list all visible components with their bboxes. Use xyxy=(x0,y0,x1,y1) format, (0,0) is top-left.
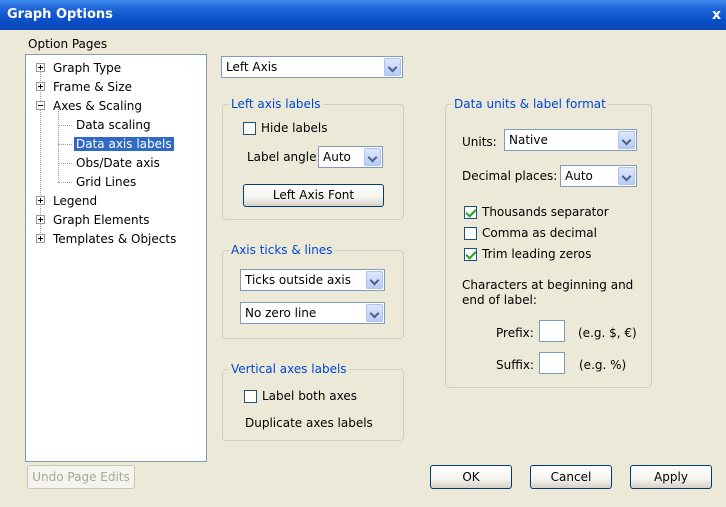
label-angle-label: Label angle: xyxy=(247,150,321,164)
tree-item-graph-type[interactable]: Graph Type xyxy=(36,59,123,77)
left-axis-font-button[interactable]: Left Axis Font xyxy=(243,184,384,207)
tree-connector xyxy=(58,144,72,145)
tree-connector xyxy=(58,125,72,126)
tree-item-obs-date-axis[interactable]: Obs/Date axis xyxy=(74,154,162,172)
tree-item-data-axis-labels[interactable]: Data axis labels xyxy=(74,135,174,153)
undo-page-edits-button[interactable]: Undo Page Edits xyxy=(27,465,135,489)
characters-text: Characters at beginning and xyxy=(462,278,634,292)
duplicate-axes-text: Duplicate axes labels xyxy=(245,416,373,430)
units-select[interactable]: Native xyxy=(504,129,637,151)
cancel-button[interactable]: Cancel xyxy=(530,465,612,489)
prefix-hint: (e.g. $, €) xyxy=(578,326,637,340)
expand-plus-icon[interactable] xyxy=(36,215,45,224)
label-both-axes-checkbox[interactable] xyxy=(244,390,257,403)
prefix-label: Prefix: xyxy=(496,326,534,340)
decimal-places-select[interactable]: Auto xyxy=(560,165,637,187)
dropdown-arrow-icon[interactable] xyxy=(366,271,383,289)
dropdown-arrow-icon[interactable] xyxy=(618,167,635,185)
vertical-axes-group: Vertical axes labels Label both axes Dup… xyxy=(222,362,404,441)
tree-connector xyxy=(58,182,72,183)
decimal-places-label: Decimal places: xyxy=(462,169,558,183)
suffix-input[interactable] xyxy=(539,352,565,374)
thousands-separator-checkbox[interactable] xyxy=(464,206,477,219)
label-angle-select[interactable]: Auto xyxy=(318,146,383,168)
dropdown-arrow-icon[interactable] xyxy=(618,131,635,149)
option-pages-tree: Graph Type Frame & Size Axes & Scaling D… xyxy=(25,54,207,462)
trim-zeros-checkbox[interactable] xyxy=(464,248,477,261)
comma-decimal-label: Comma as decimal xyxy=(482,226,597,240)
expand-plus-icon[interactable] xyxy=(36,234,45,243)
tree-item-legend[interactable]: Legend xyxy=(36,192,99,210)
tree-item-templates-objects[interactable]: Templates & Objects xyxy=(36,230,178,248)
left-axis-labels-legend: Left axis labels xyxy=(229,97,323,111)
dropdown-arrow-icon[interactable] xyxy=(366,304,383,322)
suffix-hint: (e.g. %) xyxy=(579,358,627,372)
ticks-select[interactable]: Ticks outside axis xyxy=(240,269,385,291)
tree-item-axes-scaling[interactable]: Axes & Scaling xyxy=(36,97,144,115)
prefix-input[interactable] xyxy=(539,320,565,342)
tree-connector xyxy=(58,163,72,164)
data-units-group: Data units & label format Units: Native … xyxy=(445,97,652,388)
tree-item-graph-elements[interactable]: Graph Elements xyxy=(36,211,152,229)
title-bar: Graph Options x xyxy=(0,0,726,30)
left-axis-labels-group: Left axis labels Hide labels Label angle… xyxy=(222,97,404,220)
thousands-separator-label: Thousands separator xyxy=(482,205,609,219)
suffix-label: Suffix: xyxy=(496,358,534,372)
tree-item-grid-lines[interactable]: Grid Lines xyxy=(74,173,138,191)
tree-item-frame-size[interactable]: Frame & Size xyxy=(36,78,134,96)
ok-button[interactable]: OK xyxy=(430,465,512,489)
axis-ticks-legend: Axis ticks & lines xyxy=(229,243,335,257)
vertical-axes-legend: Vertical axes labels xyxy=(229,362,349,376)
hide-labels-checkbox[interactable] xyxy=(243,122,256,135)
zero-line-select[interactable]: No zero line xyxy=(240,302,385,324)
window-title: Graph Options xyxy=(7,7,113,22)
trim-zeros-label: Trim leading zeros xyxy=(482,247,592,261)
characters-text-2: end of label: xyxy=(462,293,537,307)
collapse-minus-icon[interactable] xyxy=(36,101,45,110)
data-units-legend: Data units & label format xyxy=(452,97,608,111)
expand-plus-icon[interactable] xyxy=(36,82,45,91)
units-label: Units: xyxy=(462,135,497,149)
expand-plus-icon[interactable] xyxy=(36,63,45,72)
axis-select[interactable]: Left Axis xyxy=(221,56,403,78)
option-pages-label: Option Pages xyxy=(28,37,108,51)
hide-labels-label: Hide labels xyxy=(261,121,328,135)
close-icon[interactable]: x xyxy=(712,4,726,26)
dropdown-arrow-icon[interactable] xyxy=(364,148,381,166)
label-both-axes-label: Label both axes xyxy=(262,389,357,403)
axis-ticks-group: Axis ticks & lines Ticks outside axis No… xyxy=(222,243,404,339)
comma-decimal-checkbox[interactable] xyxy=(464,227,477,240)
dropdown-arrow-icon[interactable] xyxy=(384,58,401,76)
tree-item-data-scaling[interactable]: Data scaling xyxy=(74,116,153,134)
expand-plus-icon[interactable] xyxy=(36,196,45,205)
apply-button[interactable]: Apply xyxy=(630,465,712,489)
